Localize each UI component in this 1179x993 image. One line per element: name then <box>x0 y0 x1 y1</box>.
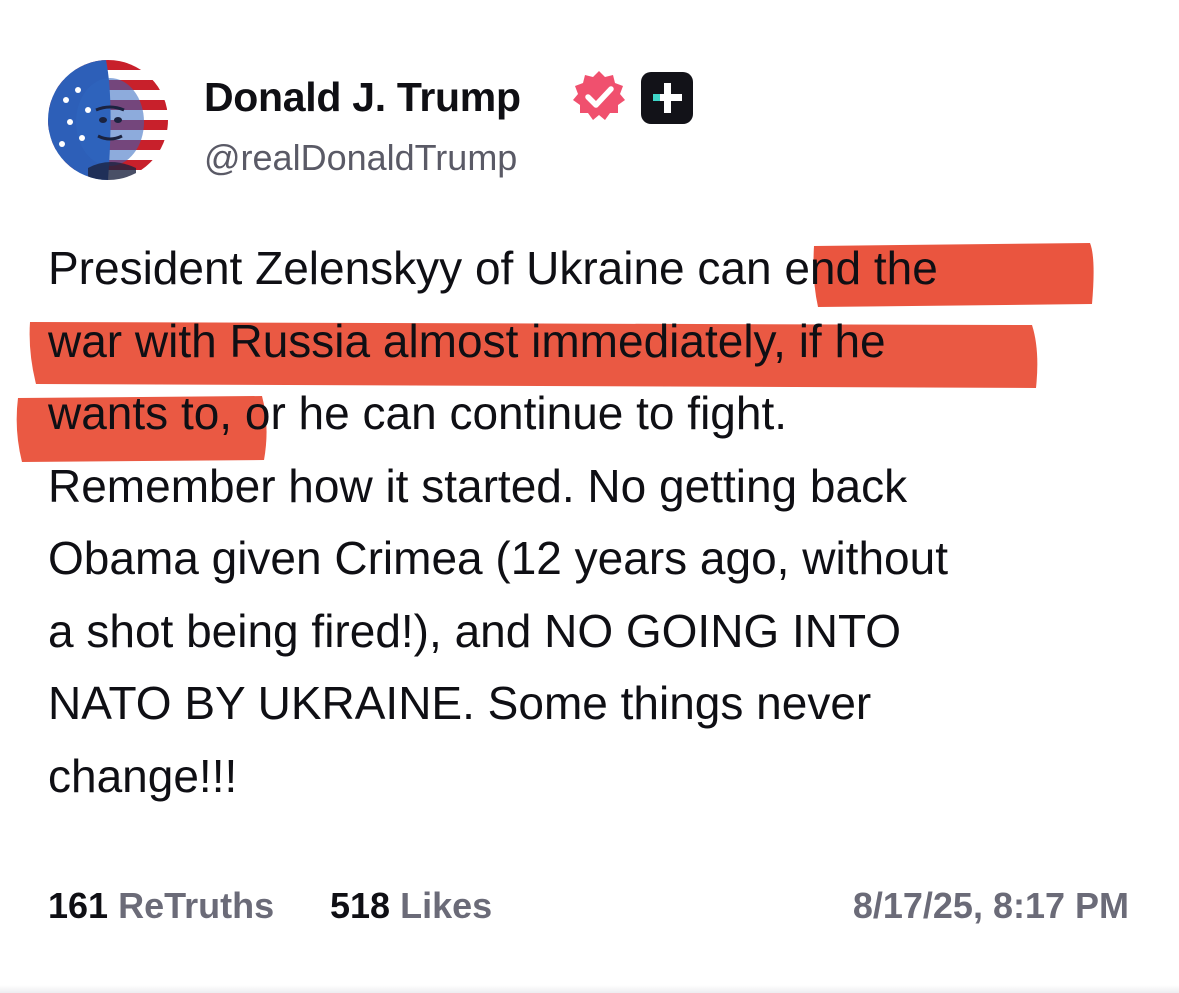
retruths-label: ReTruths <box>118 885 275 926</box>
post-card: Donald J. Trump @realDonaldTrump Preside… <box>0 0 1179 993</box>
avatar[interactable] <box>48 60 168 180</box>
post-line: change!!! <box>48 749 238 802</box>
post-timestamp[interactable]: 8/17/25, 8:17 PM <box>853 884 1129 928</box>
likes-count: 518 <box>330 885 391 926</box>
post-line: Obama given Crimea (12 years ago, withou… <box>48 532 948 584</box>
retruths-count: 161 <box>48 885 109 926</box>
likes-label: Likes <box>400 885 493 926</box>
post-line: President Zelenskyy of Ukraine can end t… <box>48 242 938 294</box>
post-line: wants to, or he can continue to fight. <box>48 387 788 439</box>
user-handle[interactable]: @realDonaldTrump <box>204 136 517 180</box>
bottom-divider <box>0 985 1179 993</box>
post-line: Remember how it started. No getting back <box>48 459 908 512</box>
post-line: NATO BY UKRAINE. Some things never <box>48 677 872 729</box>
plus-badge-icon <box>641 72 693 124</box>
likes-stat[interactable]: 518 Likes <box>330 884 492 928</box>
display-name[interactable]: Donald J. Trump <box>204 72 521 122</box>
post-text: President Zelenskyy of Ukraine can end t… <box>48 232 1158 812</box>
post-line: war with Russia almost immediately, if h… <box>48 314 886 367</box>
post-line: a shot being fired!), and NO GOING INTO <box>48 604 902 657</box>
verified-badge-icon <box>573 71 625 120</box>
retruths-stat[interactable]: 161 ReTruths <box>48 884 274 928</box>
